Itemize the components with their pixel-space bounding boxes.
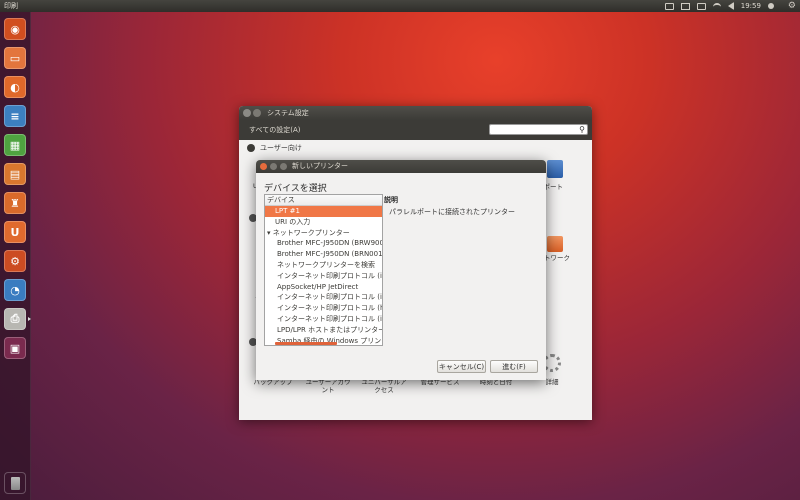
user-icon[interactable]	[767, 3, 774, 9]
gear-icon[interactable]: ⚙	[788, 0, 796, 12]
new-printer-dialog: 新しいプリンター デバイスを選択 デバイス LPT #1 URI の入力 ▾ ネット…	[256, 160, 546, 380]
device-row[interactable]: Brother MFC-J950DN (BRW9000	[265, 238, 382, 249]
device-group-row[interactable]: ▾ ネットワークプリンター	[265, 228, 382, 239]
files-glyph: ▭	[9, 51, 21, 65]
minimize-icon[interactable]	[270, 163, 277, 170]
settings-title: システム設定	[267, 109, 309, 117]
device-row[interactable]: インターネット印刷プロトコル (ipp	[265, 271, 382, 282]
support-icon	[547, 160, 563, 178]
device-row[interactable]: URI の入力	[265, 217, 382, 228]
indicator-area: 19:59 ⚙	[664, 0, 796, 12]
keyboard-icon[interactable]	[664, 2, 674, 10]
calc-glyph: ▦	[9, 138, 21, 152]
ubuntu-one-glyph: U	[10, 225, 20, 239]
clock[interactable]: 19:59	[741, 0, 761, 12]
launcher-files-icon[interactable]: ▭	[4, 47, 26, 69]
workspace-switcher-glyph: ▣	[9, 341, 21, 355]
section-personal-label: ユーザー向け	[260, 144, 302, 152]
launcher-system-settings-icon[interactable]: ⚙	[4, 250, 26, 272]
universal-access-item[interactable]: ユニバーサルアクセス	[361, 378, 407, 394]
person-icon	[247, 144, 255, 152]
impress-glyph: ▤	[9, 167, 21, 181]
app-title: 印刷	[4, 2, 18, 10]
horizontal-scrollbar[interactable]	[275, 342, 337, 345]
close-icon[interactable]	[260, 163, 267, 170]
next-button[interactable]: 進む(F)	[490, 360, 538, 373]
launcher-firefox-icon[interactable]: ◐	[4, 76, 26, 98]
trash-can-shape	[11, 477, 20, 490]
battery-icon[interactable]	[696, 2, 706, 10]
launcher-printers-icon[interactable]: ⎙	[4, 308, 31, 330]
launcher-workspace-switcher-icon[interactable]: ▣	[4, 337, 26, 359]
minimize-icon[interactable]	[253, 109, 261, 117]
writer-glyph: ≡	[10, 109, 20, 123]
device-row[interactable]: AppSocket/HP JetDirect	[265, 282, 382, 293]
network-icon[interactable]	[712, 3, 721, 9]
firefox-glyph: ◐	[10, 80, 20, 94]
launcher-calc-icon[interactable]: ▦	[4, 134, 26, 156]
launcher: ◉ ▭ ◐ ≡ ▦ ▤ ♜ U ⚙ ◔ ⎙ ▣	[0, 12, 31, 500]
device-list[interactable]: デバイス LPT #1 URI の入力 ▾ ネットワークプリンター Brother M…	[264, 194, 383, 346]
maximize-icon[interactable]	[280, 163, 287, 170]
all-settings-button[interactable]: すべての設定(A)	[249, 120, 300, 140]
mail-icon[interactable]	[680, 2, 690, 10]
system-settings-glyph: ⚙	[10, 254, 20, 268]
dialog-title: 新しいプリンター	[292, 162, 348, 170]
network-folder-icon	[547, 236, 563, 252]
printers-glyph: ⎙	[10, 312, 20, 325]
launcher-software-center-icon[interactable]: ♜	[4, 192, 26, 214]
launcher-writer-icon[interactable]: ≡	[4, 105, 26, 127]
volume-icon[interactable]	[727, 2, 734, 10]
launcher-impress-icon[interactable]: ▤	[4, 163, 26, 185]
settings-titlebar: システム設定	[239, 106, 592, 120]
device-row[interactable]: インターネット印刷プロトコル (ipp	[265, 292, 382, 303]
top-panel: 印刷 19:59 ⚙	[0, 0, 800, 12]
close-icon[interactable]	[243, 109, 251, 117]
dash-home-glyph: ◉	[10, 22, 20, 36]
device-row[interactable]: インターネット印刷プロトコル (ipp	[265, 314, 382, 325]
search-input[interactable]: ⚲	[489, 124, 588, 135]
search-icon: ⚲	[579, 125, 585, 134]
description-text: パラレルポートに接続されたプリンター	[389, 208, 515, 216]
settings-toolbar: すべての設定(A) ⚲	[239, 120, 592, 140]
device-row[interactable]: インターネット印刷プロトコル (htt	[265, 303, 382, 314]
device-row[interactable]: LPD/LPR ホストまたはプリンター	[265, 325, 382, 336]
device-list-header[interactable]: デバイス	[265, 195, 382, 206]
description-label: 説明	[384, 196, 398, 204]
device-row[interactable]: ネットワークプリンターを検索	[265, 260, 382, 271]
software-center-glyph: ♜	[10, 196, 20, 210]
launcher-thunderbird-icon[interactable]: ◔	[4, 279, 26, 301]
device-row[interactable]: Brother MFC-J950DN (BRN0018	[265, 249, 382, 260]
user-accounts-item[interactable]: ユーザーアカウント	[305, 378, 351, 394]
dialog-heading: デバイスを選択	[264, 184, 327, 194]
cancel-button[interactable]: キャンセル(C)	[437, 360, 486, 373]
launcher-dash-home-icon[interactable]: ◉	[4, 18, 26, 40]
section-personal-header: ユーザー向け	[247, 143, 302, 153]
trash-icon[interactable]	[4, 472, 26, 494]
active-app-indicator	[28, 317, 31, 321]
thunderbird-glyph: ◔	[10, 283, 20, 297]
dialog-titlebar: 新しいプリンター	[256, 160, 546, 173]
device-items: LPT #1 URI の入力 ▾ ネットワークプリンター Brother MFC-J9…	[265, 206, 382, 345]
launcher-ubuntu-one-icon[interactable]: U	[4, 221, 26, 243]
device-row[interactable]: LPT #1	[265, 206, 382, 217]
